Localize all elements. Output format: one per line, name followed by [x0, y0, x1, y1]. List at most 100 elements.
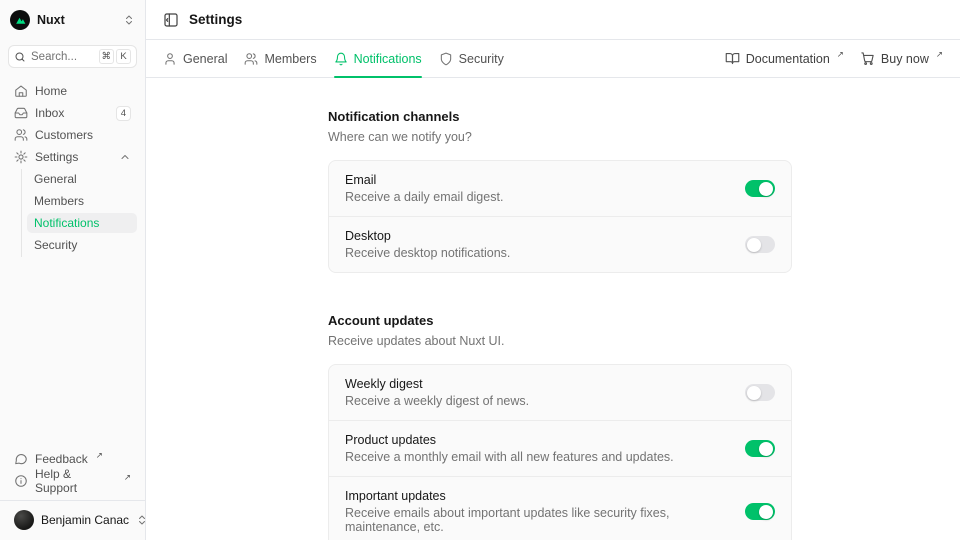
weekly-digest-toggle[interactable] — [745, 384, 775, 401]
sidebar-item-label: Notifications — [34, 216, 99, 230]
page-header: Settings — [146, 0, 960, 40]
sidebar-item-label: Inbox — [35, 106, 64, 120]
section-title: Account updates — [328, 313, 792, 328]
settings-subnav: General Members Notifications Security — [21, 169, 137, 257]
sidebar-item-customers[interactable]: Customers — [8, 125, 137, 145]
setting-label: Important updates — [345, 489, 729, 503]
sidebar-collapse-icon[interactable] — [163, 12, 179, 28]
toggle-knob — [747, 386, 761, 400]
tab-notifications[interactable]: Notifications — [334, 40, 422, 77]
toggle-knob — [759, 182, 773, 196]
external-link-icon: ↗ — [96, 450, 103, 461]
sidebar-item-label: Help & Support — [35, 467, 116, 495]
setting-row-desktop: Desktop Receive desktop notifications. — [329, 217, 791, 272]
documentation-link[interactable]: Documentation ↗ — [725, 51, 844, 66]
sidebar-item-label: Customers — [35, 128, 93, 142]
section-subtitle: Receive updates about Nuxt UI. — [328, 334, 792, 348]
buy-now-link[interactable]: Buy now ↗ — [860, 51, 943, 66]
sidebar-item-label: Security — [34, 238, 77, 252]
search-icon — [14, 51, 26, 63]
tab-label: Security — [459, 52, 504, 66]
user-name: Benjamin Canac — [41, 513, 129, 527]
tab-actions: Documentation ↗ Buy now ↗ — [725, 40, 943, 77]
setting-row-important-updates: Important updates Receive emails about i… — [329, 477, 791, 540]
email-toggle[interactable] — [745, 180, 775, 197]
tab-bar: General Members Notifications Security — [146, 40, 960, 78]
sidebar-item-home[interactable]: Home — [8, 81, 137, 101]
sidebar-item-label: General — [34, 172, 77, 186]
desktop-toggle[interactable] — [745, 236, 775, 253]
setting-label: Desktop — [345, 229, 510, 243]
action-label: Buy now — [881, 52, 929, 66]
workspace-switcher[interactable]: Nuxt — [8, 8, 137, 32]
setting-description: Receive a daily email digest. — [345, 190, 503, 204]
notification-channels-card: Email Receive a daily email digest. Desk… — [328, 160, 792, 273]
sidebar-item-help-support[interactable]: Help & Support↗ — [8, 471, 137, 491]
setting-label: Product updates — [345, 433, 674, 447]
sidebar-item-notifications[interactable]: Notifications — [27, 213, 137, 233]
external-link-icon: ↗ — [124, 472, 131, 483]
setting-text: Email Receive a daily email digest. — [345, 173, 503, 204]
sidebar-item-label: Members — [34, 194, 84, 208]
chevrons-up-down-icon — [123, 14, 135, 26]
sidebar-item-members[interactable]: Members — [27, 191, 137, 211]
nuxt-logo-icon — [10, 10, 30, 30]
info-icon — [14, 474, 28, 488]
tab-security[interactable]: Security — [439, 40, 504, 77]
sidebar-item-general[interactable]: General — [27, 169, 137, 189]
book-icon — [725, 51, 740, 66]
setting-text: Weekly digest Receive a weekly digest of… — [345, 377, 529, 408]
kbd-k: K — [116, 49, 131, 64]
action-label: Documentation — [746, 52, 830, 66]
external-link-icon: ↗ — [936, 49, 943, 60]
toggle-knob — [747, 238, 761, 252]
page-title: Settings — [189, 12, 242, 27]
tab-general[interactable]: General — [163, 40, 227, 77]
sidebar-item-inbox[interactable]: Inbox 4 — [8, 103, 137, 123]
tab-label: Members — [264, 52, 316, 66]
setting-row-product-updates: Product updates Receive a monthly email … — [329, 421, 791, 477]
gear-icon — [14, 150, 28, 164]
user-menu[interactable]: Benjamin Canac — [8, 508, 137, 532]
section-title: Notification channels — [328, 109, 792, 124]
section-subtitle: Where can we notify you? — [328, 130, 792, 144]
setting-row-email: Email Receive a daily email digest. — [329, 161, 791, 217]
tab-members[interactable]: Members — [244, 40, 316, 77]
users-icon — [244, 52, 258, 66]
settings-content: Notification channels Where can we notif… — [146, 78, 960, 540]
user-icon — [163, 52, 177, 66]
important-updates-toggle[interactable] — [745, 503, 775, 520]
setting-description: Receive emails about important updates l… — [345, 506, 729, 534]
sidebar-nav: Home Inbox 4 Customers Settings — [8, 81, 137, 257]
sidebar: Nuxt Search... ⌘ K Home — [0, 0, 146, 540]
sidebar-item-feedback[interactable]: Feedback ↗ — [8, 449, 137, 469]
bell-icon — [334, 52, 348, 66]
sidebar-item-label: Feedback — [35, 452, 88, 466]
sidebar-item-security[interactable]: Security — [27, 235, 137, 255]
sidebar-item-settings[interactable]: Settings — [8, 147, 137, 167]
product-updates-toggle[interactable] — [745, 440, 775, 457]
avatar — [14, 510, 34, 530]
setting-label: Email — [345, 173, 503, 187]
toggle-knob — [759, 505, 773, 519]
cart-icon — [860, 51, 875, 66]
setting-description: Receive a monthly email with all new fea… — [345, 450, 674, 464]
toggle-knob — [759, 442, 773, 456]
setting-description: Receive a weekly digest of news. — [345, 394, 529, 408]
setting-row-weekly-digest: Weekly digest Receive a weekly digest of… — [329, 365, 791, 421]
tab-label: Notifications — [354, 52, 422, 66]
setting-description: Receive desktop notifications. — [345, 246, 510, 260]
kbd-cmd: ⌘ — [99, 49, 115, 64]
setting-text: Product updates Receive a monthly email … — [345, 433, 674, 464]
inbox-count-badge: 4 — [116, 106, 131, 121]
sidebar-item-label: Settings — [35, 150, 78, 164]
sidebar-footer: Feedback↗ Help & Support↗ Benjamin Canac — [8, 449, 137, 532]
section-notification-channels: Notification channels Where can we notif… — [328, 109, 792, 273]
setting-text: Desktop Receive desktop notifications. — [345, 229, 510, 260]
external-link-icon: ↗ — [837, 49, 844, 60]
account-updates-card: Weekly digest Receive a weekly digest of… — [328, 364, 792, 540]
tab-label: General — [183, 52, 227, 66]
workspace-name: Nuxt — [37, 13, 65, 27]
search-input[interactable]: Search... ⌘ K — [8, 45, 137, 68]
sidebar-divider — [0, 500, 145, 501]
